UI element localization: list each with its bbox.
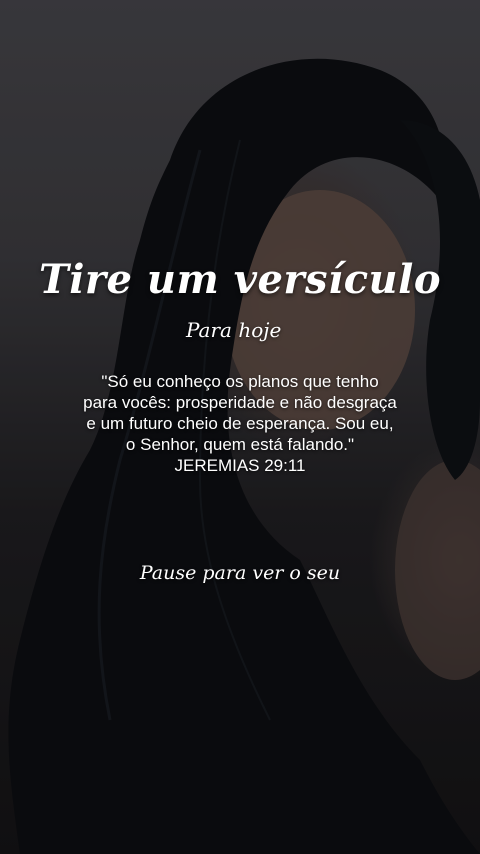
- verse-block: "Só eu conheço os planos que tenho para …: [40, 371, 440, 476]
- verse-reference: JEREMIAS 29:11: [174, 456, 306, 475]
- verse-line: e um futuro cheio de esperança. Sou eu,: [86, 414, 394, 433]
- pause-prompt: Pause para ver o seu: [139, 562, 341, 584]
- subtitle: Para hoje: [186, 318, 282, 342]
- story-screen: Tire um versículo Para hoje "Só eu conhe…: [0, 0, 480, 854]
- verse-line: para vocês: prosperidade e não desgraça: [83, 393, 397, 412]
- page-title: Tire um versículo: [38, 256, 442, 303]
- verse-line: "Só eu conheço os planos que tenho: [101, 372, 379, 391]
- verse-line: o Senhor, quem está falando.": [125, 435, 355, 454]
